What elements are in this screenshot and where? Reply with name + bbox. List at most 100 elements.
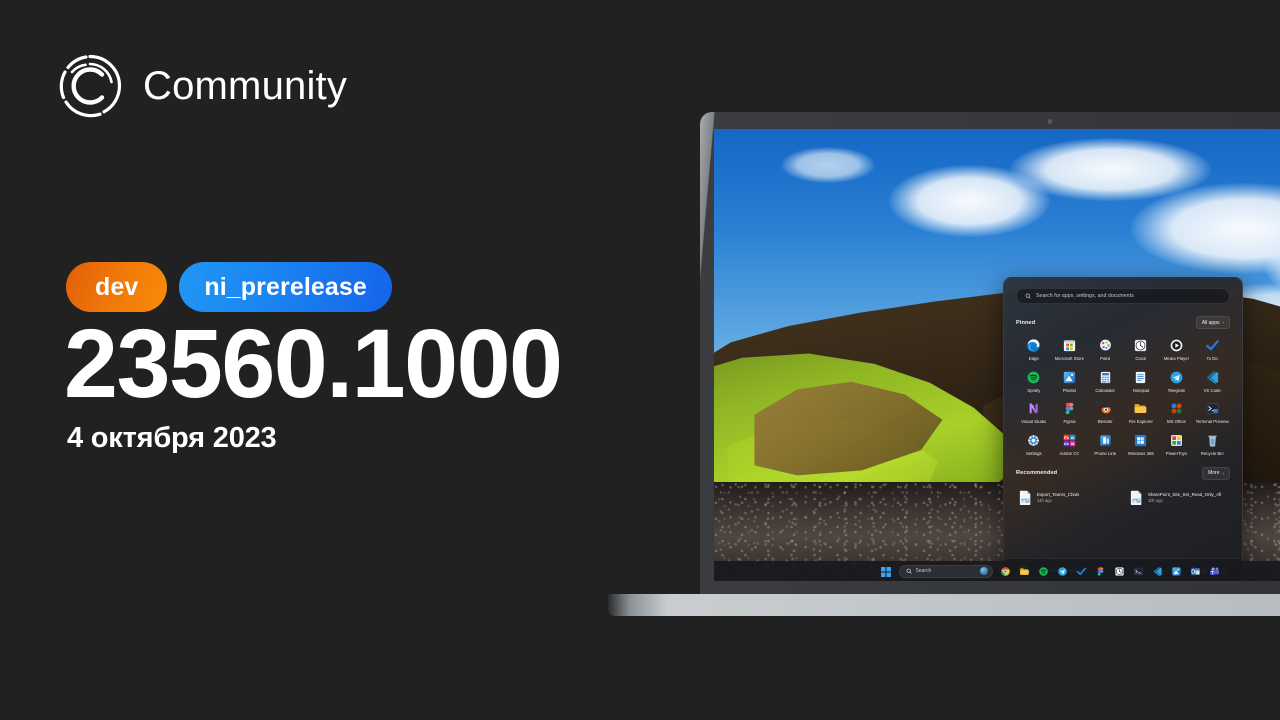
vs-code-icon[interactable] <box>1152 565 1164 577</box>
pinned-app-settings[interactable]: Settings <box>1016 432 1052 457</box>
microsoft-store-icon <box>1061 337 1078 354</box>
terminal-preview-icon <box>1204 400 1221 417</box>
telegram-icon <box>1168 369 1185 386</box>
recommended-item-time: 14h ago <box>1037 497 1052 503</box>
windows-start-icon[interactable] <box>880 565 892 577</box>
all-apps-button[interactable]: All apps › <box>1195 316 1230 329</box>
pinned-app-terminal-preview[interactable]: Terminal Preview <box>1194 400 1230 425</box>
recommended-item[interactable]: SharePoint_Site_Set_Read_Only_All 10h ag… <box>1127 488 1230 507</box>
pinned-app-calculator[interactable]: Calculator <box>1087 369 1123 394</box>
windows-365-icon <box>1132 432 1149 449</box>
more-label: More <box>1208 470 1220 477</box>
ms-office-icon <box>1168 400 1185 417</box>
recommended-list: Export_Teams_Chats 14h ago SharePoint_Si… <box>1016 488 1230 507</box>
pinned-app-telegram[interactable]: Telegram <box>1159 369 1195 394</box>
vs-code-icon <box>1204 369 1221 386</box>
pinned-app-visual-studio[interactable]: Visual Studio <box>1016 400 1052 425</box>
app-label: Microsoft Store <box>1054 357 1085 361</box>
svg-text:Ae: Ae <box>1064 442 1069 446</box>
recommended-item-name: Export_Teams_Chats <box>1037 491 1080 497</box>
clock-icon <box>1132 337 1149 354</box>
telegram-icon[interactable] <box>1057 565 1069 577</box>
pinned-app-edge[interactable]: Edge <box>1016 337 1052 362</box>
laptop-device: Search for apps, settings, and documents… <box>608 112 1280 622</box>
pinned-app-blender[interactable]: Blender <box>1087 400 1123 425</box>
media-player-icon <box>1168 337 1185 354</box>
app-label: PowerToys <box>1165 452 1188 457</box>
taskbar: Search <box>714 561 1280 581</box>
teams-icon[interactable] <box>1209 565 1221 577</box>
laptop-screen: Search for apps, settings, and documents… <box>714 129 1280 581</box>
to-do-icon[interactable] <box>1076 565 1088 577</box>
community-circle-logo <box>56 52 124 120</box>
app-label: Paint <box>1100 357 1111 361</box>
recommended-section-header: Recommended More › <box>1016 466 1230 480</box>
pinned-app-vs-code[interactable]: VS Code <box>1194 369 1230 394</box>
settings-gear-icon <box>1025 432 1042 449</box>
spotify-icon[interactable] <box>1038 565 1050 577</box>
figma-icon <box>1061 400 1078 417</box>
visual-studio-icon <box>1025 400 1042 417</box>
app-label: Phone Link <box>1094 452 1117 457</box>
photos-icon[interactable] <box>1171 565 1183 577</box>
copilot-orb-icon[interactable] <box>979 567 988 575</box>
document-icon <box>1130 490 1143 505</box>
search-icon <box>1025 293 1031 299</box>
pinned-title: Pinned <box>1016 319 1036 326</box>
start-search-input[interactable]: Search for apps, settings, and documents <box>1016 288 1230 304</box>
pinned-app-powertoys[interactable]: PowerToys <box>1159 432 1195 457</box>
badge-dev-channel: dev <box>66 262 168 312</box>
app-label: Settings <box>1025 452 1042 457</box>
pinned-app-media-player[interactable]: Media Player <box>1159 337 1195 362</box>
pinned-app-recycle-bin[interactable]: Recycle Bin <box>1194 432 1230 457</box>
recycle-bin-icon <box>1204 432 1221 449</box>
photos-icon <box>1061 369 1078 386</box>
clock-icon[interactable] <box>1114 565 1126 577</box>
spotify-icon <box>1025 369 1042 386</box>
release-badges: dev ni_prerelease <box>66 262 392 312</box>
app-label: Photos <box>1062 388 1077 393</box>
app-label: Media Player <box>1163 357 1190 361</box>
blender-icon <box>1097 400 1114 417</box>
pinned-app-file-explorer[interactable]: File Explorer <box>1123 400 1159 425</box>
release-date: 4 октября 2023 <box>67 422 277 454</box>
app-label: Terminal Preview <box>1195 420 1229 425</box>
app-label: VS Code <box>1203 388 1221 393</box>
recommended-item[interactable]: Export_Teams_Chats 14h ago <box>1016 488 1119 507</box>
pinned-app-photos[interactable]: Photos <box>1052 369 1088 394</box>
pinned-app-ms-office[interactable]: MS Office <box>1159 400 1195 425</box>
pinned-app-figma[interactable]: Figma <box>1052 400 1088 425</box>
chrome-icon[interactable] <box>1000 565 1012 577</box>
pinned-app-microsoft-store[interactable]: Microsoft Store <box>1052 337 1088 362</box>
taskbar-search-label: Search <box>915 568 932 574</box>
file-explorer-icon[interactable] <box>1019 565 1031 577</box>
app-label: File Explorer <box>1128 420 1154 425</box>
start-menu[interactable]: Search for apps, settings, and documents… <box>1003 277 1243 581</box>
recommended-item-time: 10h ago <box>1148 497 1163 503</box>
taskbar-app-icons <box>1000 565 1221 577</box>
pinned-app-phone-link[interactable]: Phone Link <box>1087 432 1123 457</box>
figma-icon[interactable] <box>1095 565 1107 577</box>
search-icon <box>906 568 912 574</box>
brand-header: Community <box>56 52 347 120</box>
release-announcement-page: Community dev ni_prerelease 23560.1000 4… <box>0 0 1280 720</box>
pinned-app-windows-365[interactable]: Windows 365 <box>1123 432 1159 457</box>
outlook-icon[interactable] <box>1190 565 1202 577</box>
app-label: Visual Studio <box>1021 420 1047 425</box>
app-label: Calculator <box>1095 388 1115 393</box>
taskbar-search-box[interactable]: Search <box>898 564 993 578</box>
terminal-icon[interactable] <box>1133 565 1145 577</box>
more-button[interactable]: More › <box>1202 466 1230 480</box>
to-do-icon <box>1204 337 1221 354</box>
pinned-app-spotify[interactable]: Spotify <box>1016 369 1052 394</box>
pinned-app-notepad[interactable]: Notepad <box>1123 369 1159 394</box>
pinned-app-paint[interactable]: Paint <box>1087 337 1123 362</box>
pinned-app-clock[interactable]: Clock <box>1123 337 1159 362</box>
laptop-base <box>608 594 1280 616</box>
app-label: Clock <box>1135 357 1147 361</box>
pinned-app-adobe-cc[interactable]: Ps Ai Ae Id Adobe CC <box>1052 432 1088 457</box>
pinned-app-to-do[interactable]: To Do <box>1194 337 1230 362</box>
edge-icon <box>1025 337 1042 354</box>
app-label: Windows 365 <box>1127 452 1154 457</box>
notepad-icon <box>1132 369 1149 386</box>
